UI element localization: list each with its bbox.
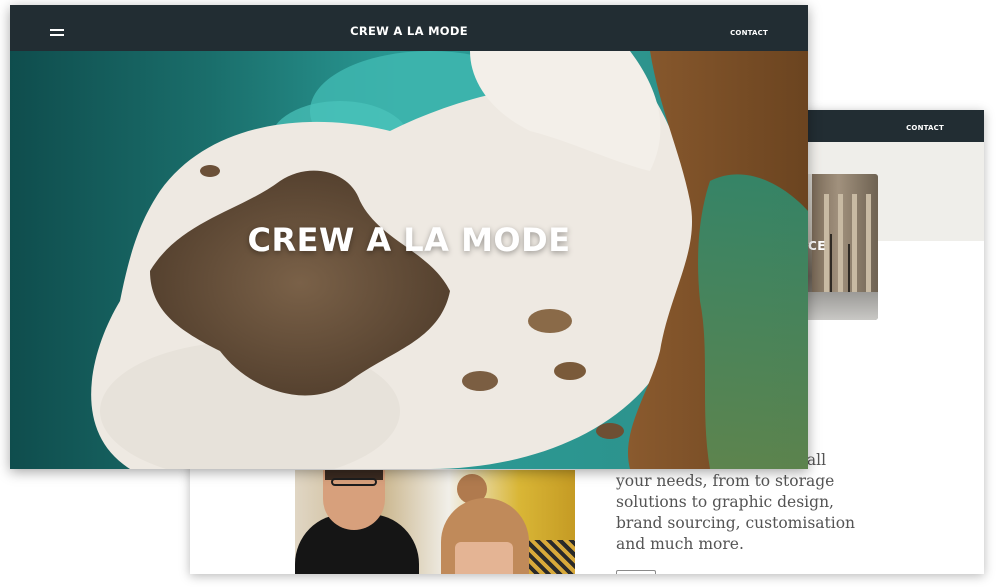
description-line: and much more. [616, 535, 744, 553]
hero-title: CREW A LA MODE [247, 221, 571, 259]
brand-logo-text[interactable]: CREW A LA MODE [10, 5, 808, 57]
description-line: solutions to graphic design, [616, 493, 834, 511]
read-more-button[interactable] [616, 570, 656, 574]
front-nav-bar: CREW A LA MODE CONTACT [10, 5, 808, 51]
back-contact-link[interactable]: CONTACT [906, 110, 944, 146]
team-photo [295, 470, 575, 574]
banner-text-fragment: CE [808, 239, 827, 253]
description-line: your needs, from to storage [616, 472, 835, 490]
hero-image: CREW A LA MODE [10, 51, 808, 469]
front-page-window: CREW A LA MODE CONTACT CREW A LA MODE [10, 5, 808, 469]
description-line: brand sourcing, customisation [616, 514, 856, 532]
